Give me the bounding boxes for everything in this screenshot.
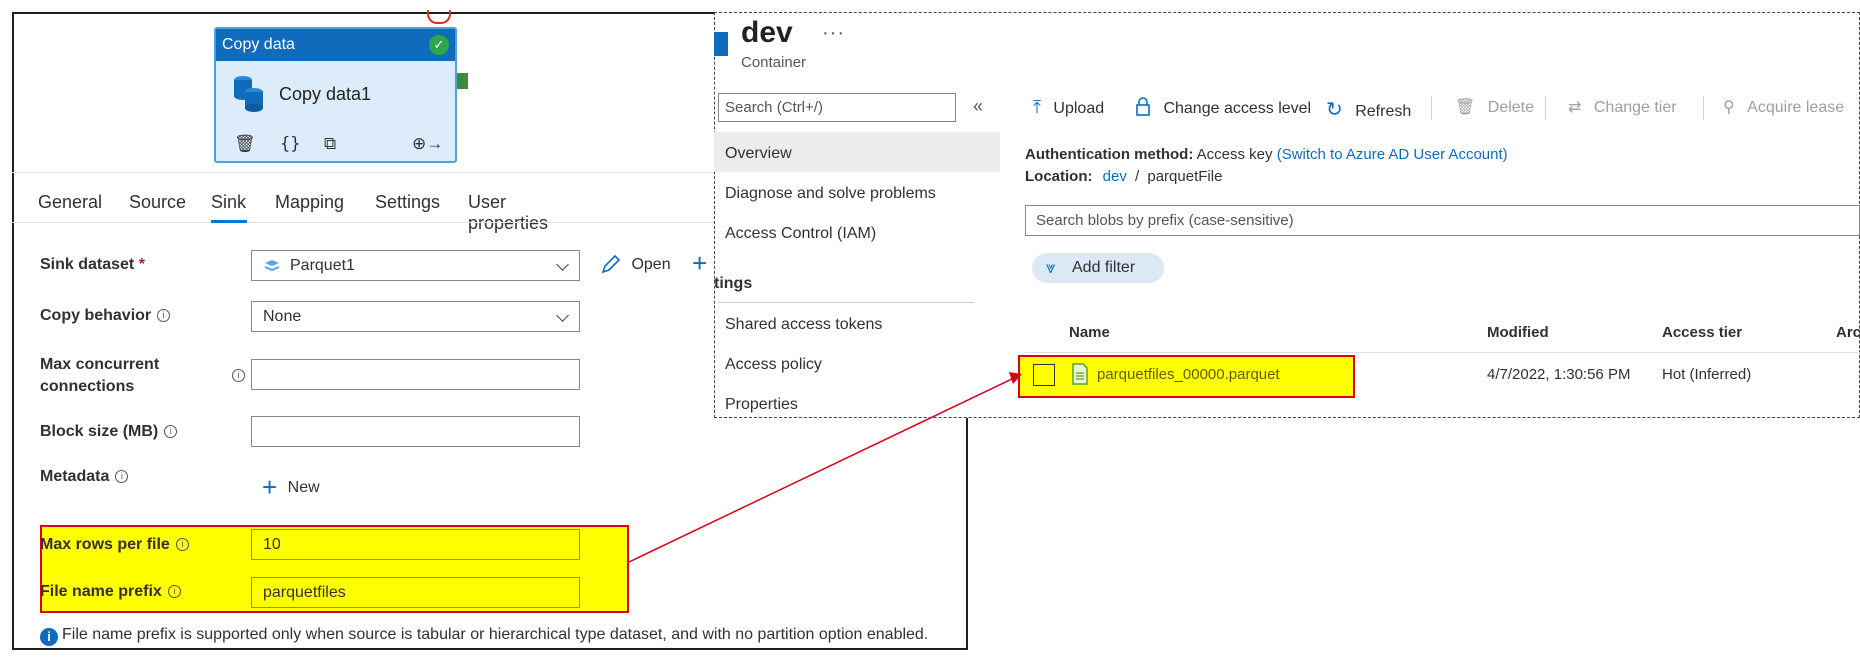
- annotation-arrow: [628, 372, 1022, 563]
